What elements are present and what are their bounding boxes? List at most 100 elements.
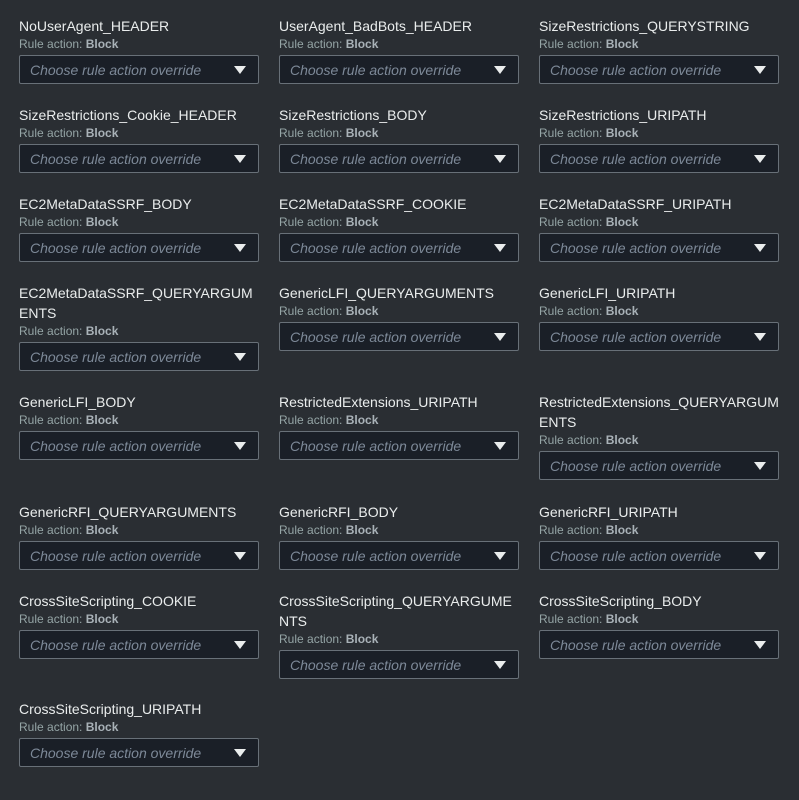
rule-action-value: Block [605, 126, 639, 140]
rule-name: SizeRestrictions_Cookie_HEADER [19, 107, 237, 123]
rule-name: SizeRestrictions_URIPATH [539, 107, 707, 123]
caret-down-icon[interactable] [234, 65, 246, 74]
rule-name: EC2MetaDataSSRF_COOKIE [279, 196, 467, 212]
rule-action-label: Rule action: [19, 612, 83, 626]
rule-action-override-select[interactable]: Choose rule action override [279, 431, 519, 460]
caret-down-icon[interactable] [494, 660, 506, 669]
caret-down-icon[interactable] [494, 441, 506, 450]
rule-action-label: Rule action: [539, 433, 603, 447]
rule-action-override-select[interactable]: Choose rule action override [19, 55, 259, 84]
rule-name: EC2MetaDataSSRF_URIPATH [539, 196, 732, 212]
rule-action: Rule action: Block [539, 36, 780, 52]
rule-action-override-select[interactable]: Choose rule action override [539, 541, 779, 570]
rule-action-label: Rule action: [539, 612, 603, 626]
rule-action-override-select[interactable]: Choose rule action override [19, 541, 259, 570]
select-placeholder: Choose rule action override [550, 239, 722, 256]
rule-item: EC2MetaDataSSRF_URIPATH Rule action: Bloc… [539, 194, 780, 262]
rule-action-label: Rule action: [19, 37, 83, 51]
rule-action-override-select[interactable]: Choose rule action override [539, 630, 779, 659]
rule-action: Rule action: Block [279, 412, 520, 428]
rule-name: CrossSiteScripting_BODY [539, 593, 702, 609]
caret-down-icon[interactable] [494, 65, 506, 74]
caret-down-icon[interactable] [234, 748, 246, 757]
rule-action-override-select[interactable]: Choose rule action override [19, 431, 259, 460]
rule-item: EC2MetaDataSSRF_COOKIE Rule action: Block… [279, 194, 520, 262]
select-placeholder: Choose rule action override [30, 61, 202, 78]
rule-action-override-select[interactable]: Choose rule action override [19, 342, 259, 371]
rule-action: Rule action: Block [279, 214, 520, 230]
rule-action-value: Block [345, 37, 379, 51]
rule-action-value: Block [605, 433, 639, 447]
rule-action-label: Rule action: [279, 304, 343, 318]
rule-action-override-select[interactable]: Choose rule action override [539, 451, 779, 480]
select-placeholder: Choose rule action override [290, 150, 462, 167]
caret-down-icon[interactable] [494, 154, 506, 163]
rule-action: Rule action: Block [19, 125, 260, 141]
rule-action-override-select[interactable]: Choose rule action override [279, 541, 519, 570]
rule-action: Rule action: Block [19, 719, 260, 735]
caret-down-icon[interactable] [754, 551, 766, 560]
caret-down-icon[interactable] [234, 441, 246, 450]
rule-action-override-select[interactable]: Choose rule action override [279, 650, 519, 679]
rule-action-value: Block [605, 523, 639, 537]
caret-down-icon[interactable] [234, 154, 246, 163]
rule-action-override-select[interactable]: Choose rule action override [19, 630, 259, 659]
rule-action-label: Rule action: [539, 126, 603, 140]
caret-down-icon[interactable] [754, 154, 766, 163]
rule-item: NoUserAgent_HEADER Rule action: Block Choo… [19, 16, 260, 84]
rule-action-override-select[interactable]: Choose rule action override [19, 144, 259, 173]
caret-down-icon[interactable] [494, 243, 506, 252]
rule-action-value: Block [85, 324, 119, 338]
rule-item: RestrictedExtensions_QUERYARGUMENTS Rule … [539, 392, 780, 480]
rule-name: CrossSiteScripting_COOKIE [19, 593, 197, 609]
rule-action-override-select[interactable]: Choose rule action override [279, 55, 519, 84]
rule-action-override-select[interactable]: Choose rule action override [19, 738, 259, 767]
rule-action-value: Block [345, 215, 379, 229]
select-placeholder: Choose rule action override [550, 457, 722, 474]
rule-item: GenericRFI_QUERYARGUMENTS Rule action: Bl… [19, 502, 260, 570]
rule-action: Rule action: Block [19, 522, 260, 538]
rule-name: UserAgent_BadBots_HEADER [279, 18, 472, 34]
select-placeholder: Choose rule action override [30, 239, 202, 256]
rule-item: GenericLFI_BODY Rule action: Block Choose … [19, 392, 260, 460]
rule-action-value: Block [605, 304, 639, 318]
rule-name: CrossSiteScripting_URIPATH [19, 701, 202, 717]
rule-action-override-select[interactable]: Choose rule action override [539, 55, 779, 84]
rule-action-label: Rule action: [539, 304, 603, 318]
rule-action-value: Block [345, 632, 379, 646]
rule-action: Rule action: Block [19, 611, 260, 627]
caret-down-icon[interactable] [754, 243, 766, 252]
rule-name: GenericRFI_URIPATH [539, 504, 678, 520]
rule-action-override-select[interactable]: Choose rule action override [279, 322, 519, 351]
caret-down-icon[interactable] [494, 551, 506, 560]
caret-down-icon[interactable] [754, 65, 766, 74]
rule-action-override-select[interactable]: Choose rule action override [539, 322, 779, 351]
rule-name: CrossSiteScripting_QUERYARGUMENTS [279, 593, 512, 629]
rule-action-override-select[interactable]: Choose rule action override [19, 233, 259, 262]
rule-action-override-select[interactable]: Choose rule action override [539, 233, 779, 262]
rule-action-override-select[interactable]: Choose rule action override [279, 144, 519, 173]
rule-name: RestrictedExtensions_URIPATH [279, 394, 478, 410]
rule-item: EC2MetaDataSSRF_QUERYARGUMENTS Rule actio… [19, 283, 260, 371]
select-placeholder: Choose rule action override [550, 150, 722, 167]
rule-action: Rule action: Block [539, 125, 780, 141]
caret-down-icon[interactable] [234, 640, 246, 649]
rule-action-value: Block [85, 215, 119, 229]
caret-down-icon[interactable] [234, 352, 246, 361]
rule-action-override-select[interactable]: Choose rule action override [539, 144, 779, 173]
caret-down-icon[interactable] [754, 461, 766, 470]
caret-down-icon[interactable] [494, 332, 506, 341]
rule-action: Rule action: Block [539, 432, 780, 448]
select-placeholder: Choose rule action override [550, 547, 722, 564]
rule-action-label: Rule action: [19, 215, 83, 229]
caret-down-icon[interactable] [754, 640, 766, 649]
rule-action-label: Rule action: [279, 37, 343, 51]
select-placeholder: Choose rule action override [30, 744, 202, 761]
rule-name: GenericRFI_BODY [279, 504, 399, 520]
caret-down-icon[interactable] [234, 551, 246, 560]
select-placeholder: Choose rule action override [30, 348, 202, 365]
caret-down-icon[interactable] [234, 243, 246, 252]
caret-down-icon[interactable] [754, 332, 766, 341]
rule-action-override-select[interactable]: Choose rule action override [279, 233, 519, 262]
select-placeholder: Choose rule action override [290, 437, 462, 454]
